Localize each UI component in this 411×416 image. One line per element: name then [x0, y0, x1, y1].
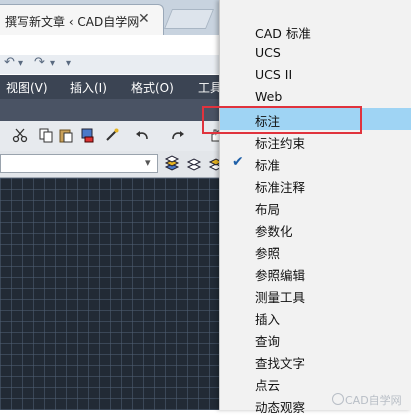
context-menu-item[interactable]: UCS II — [220, 64, 411, 86]
redo-icon[interactable] — [170, 127, 186, 143]
context-menu-item[interactable]: UCS — [220, 42, 411, 64]
standard-toolbar — [0, 121, 230, 152]
menu-format[interactable]: 格式(O) — [131, 79, 174, 96]
context-menu-item[interactable]: 标准注释 — [220, 174, 411, 196]
context-menu-item[interactable]: Web — [220, 86, 411, 108]
context-menu-item[interactable]: ✔ 标准 — [220, 152, 411, 174]
copy-icon[interactable] — [38, 127, 54, 143]
context-menu-item[interactable]: 布局 — [220, 196, 411, 218]
undo-icon[interactable]: ↶ — [4, 55, 15, 70]
browser-tab[interactable]: 撰写新文章 ‹ CAD自学网 ✕ — [0, 4, 164, 35]
customize-icon[interactable]: ▾ — [66, 58, 71, 69]
context-menu-item-label: 标准注释 — [255, 180, 306, 195]
context-menu-item-label: 测量工具 — [255, 290, 306, 305]
context-menu-item-label: 标准 — [255, 158, 281, 173]
context-menu-item[interactable]: 点云 — [220, 372, 411, 394]
toolbar-context-menu: CAD 标准 UCS UCS II Web 标注 标注约束 ✔ 标准 标准注释 布局 参数化 参照 参照… — [219, 0, 411, 415]
context-menu-item-label: 标注约束 — [255, 136, 306, 151]
close-icon[interactable]: ✕ — [138, 11, 150, 27]
layer-properties-icon[interactable] — [164, 155, 180, 171]
context-menu-item-label: 参数化 — [255, 224, 293, 239]
layer-state-icon[interactable] — [186, 155, 202, 171]
annotation-highlight-box — [202, 106, 362, 134]
context-menu-item-label: 参照 — [255, 246, 281, 261]
context-menu-item[interactable]: 查询 — [220, 328, 411, 350]
context-menu-item-label: 点云 — [255, 378, 281, 393]
undo-icon[interactable] — [134, 127, 150, 143]
context-menu-item-label: UCS II — [255, 67, 293, 82]
menu-insert[interactable]: 插入(I) — [70, 79, 107, 96]
layer-combo[interactable]: ▾ — [0, 154, 158, 173]
menu-bar: 视图(V) 插入(I) 格式(O) 工具 — [0, 75, 230, 99]
context-menu-item[interactable]: CAD 标准 — [220, 20, 411, 42]
context-menu-item-label: CAD 标准 — [255, 26, 311, 41]
paste-icon[interactable] — [58, 127, 74, 143]
menu-view[interactable]: 视图(V) — [6, 79, 48, 96]
ribbon-strip — [0, 99, 230, 121]
cut-icon[interactable] — [12, 127, 28, 143]
chevron-down-icon[interactable]: ▾ — [18, 58, 23, 69]
match-properties-icon[interactable] — [80, 127, 96, 143]
context-menu-item-label: 参照编辑 — [255, 268, 306, 283]
quick-access-toolbar: ↶ ▾ ↷ ▾ ▾ — [0, 55, 230, 74]
chevron-down-icon[interactable]: ▾ — [50, 58, 55, 69]
context-menu-item-label: 动态观察 — [255, 400, 306, 415]
layer-toolbar: ▾ — [0, 151, 230, 178]
address-bar-area — [0, 35, 230, 56]
context-menu-item[interactable]: 测量工具 — [220, 284, 411, 306]
context-menu-item[interactable]: 参数化 — [220, 218, 411, 240]
context-menu-item[interactable]: 参照编辑 — [220, 262, 411, 284]
chevron-down-icon: ▾ — [145, 156, 151, 169]
browser-tab-title: 撰写新文章 ‹ CAD自学网 — [5, 15, 140, 29]
watermark-text: CAD自学网 — [345, 394, 402, 407]
context-menu-item-label: 插入 — [255, 312, 281, 327]
redo-icon[interactable]: ↷ — [34, 55, 45, 70]
brush-icon[interactable] — [104, 127, 120, 143]
browser-tab-strip: 撰写新文章 ‹ CAD自学网 ✕ — [0, 0, 230, 35]
context-menu-item-label: Web — [255, 89, 283, 104]
watermark-logo-icon — [332, 393, 344, 405]
context-menu-item-label: 布局 — [255, 202, 281, 217]
context-menu-item[interactable]: 查找文字 — [220, 350, 411, 372]
context-menu-item-label: 查找文字 — [255, 356, 306, 371]
drawing-canvas[interactable] — [0, 178, 230, 410]
context-menu-item-label: 查询 — [255, 334, 281, 349]
context-menu-item[interactable]: 插入 — [220, 306, 411, 328]
new-tab-button[interactable] — [163, 9, 215, 29]
checkmark-icon: ✔ — [232, 154, 244, 170]
context-menu-item-label: UCS — [255, 45, 281, 60]
context-menu-item[interactable]: 参照 — [220, 240, 411, 262]
